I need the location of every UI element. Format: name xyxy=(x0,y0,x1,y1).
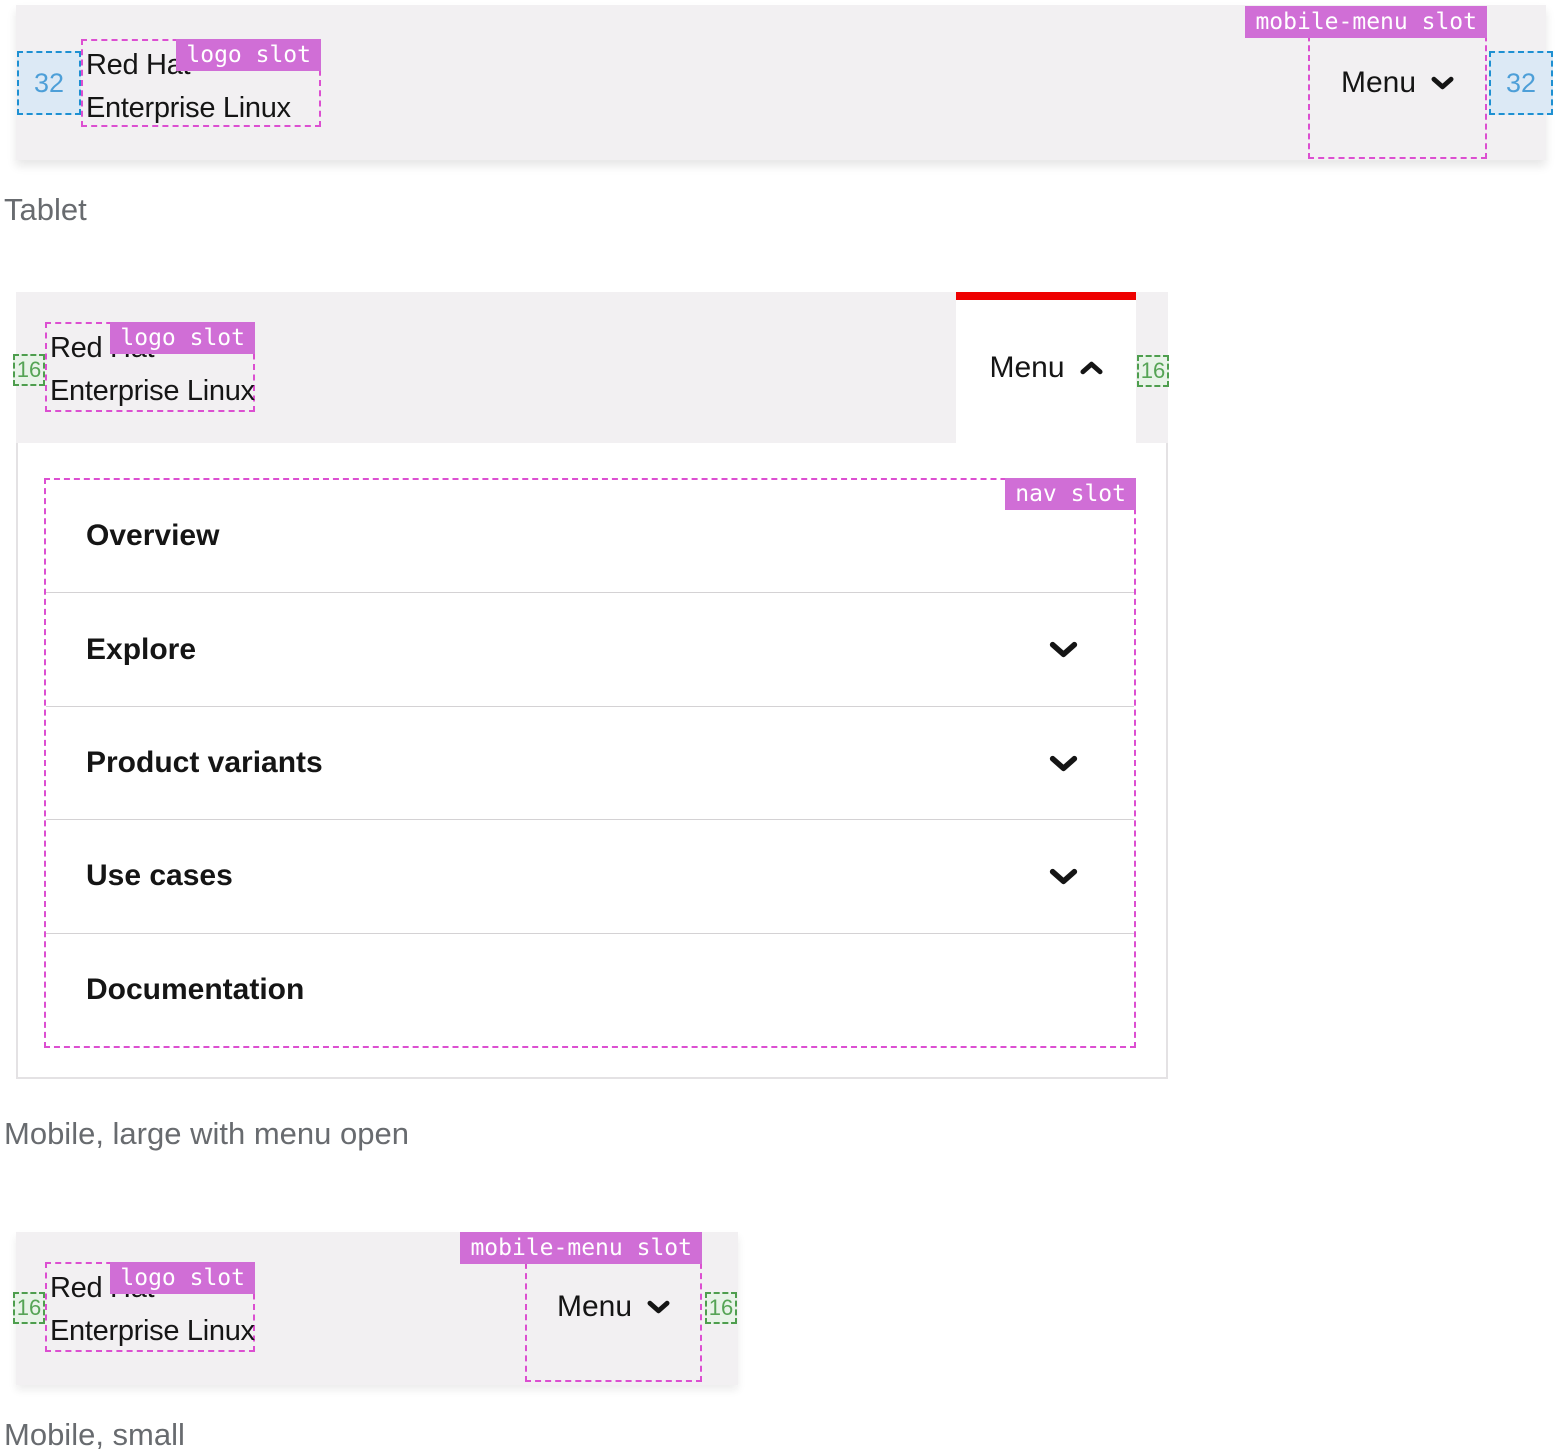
caption-mobile-large: Mobile, large with menu open xyxy=(4,1116,409,1152)
mobile-menu-slot: Menu mobile-menu slot xyxy=(1308,6,1487,159)
spacing-indicator-right-16: 16 xyxy=(1137,355,1169,387)
nav-slot-label: nav slot xyxy=(1005,478,1136,510)
logo-line-2: Enterprise Linux xyxy=(86,87,291,130)
spec-page: 32 Red Hat Enterprise Linux logo slot Me… xyxy=(0,0,1562,1450)
logo-line-2: Enterprise Linux xyxy=(50,370,255,413)
mobile-menu-slot-label: mobile-menu slot xyxy=(460,1232,702,1264)
nav-item-label: Explore xyxy=(86,633,196,667)
nav-slot: Overview Explore Product variants Use ca… xyxy=(44,478,1136,1048)
nav-item-label: Use cases xyxy=(86,859,233,893)
nav-item-documentation[interactable]: Documentation xyxy=(46,933,1134,1046)
logo-slot-label: logo slot xyxy=(110,1262,255,1294)
mobile-menu-slot-label: mobile-menu slot xyxy=(1245,6,1487,38)
spacing-indicator-right-32: 32 xyxy=(1489,51,1553,115)
spacing-indicator-left-32: 32 xyxy=(17,51,81,115)
chevron-down-icon xyxy=(1431,76,1454,90)
chevron-down-icon xyxy=(1049,755,1078,772)
logo-slot-label: logo slot xyxy=(176,39,321,71)
logo-line-2: Enterprise Linux xyxy=(50,1310,255,1353)
menu-button-label: Menu xyxy=(557,1290,632,1324)
chevron-down-icon xyxy=(1049,868,1078,885)
logo-slot: Red Hat Enterprise Linux logo slot xyxy=(45,1262,255,1352)
mobile-menu-slot: Menu mobile-menu slot xyxy=(525,1232,702,1382)
menu-button[interactable]: Menu xyxy=(1341,66,1454,100)
nav-item-label: Product variants xyxy=(86,746,323,780)
logo-slot: Red Hat Enterprise Linux logo slot xyxy=(45,322,255,412)
nav-item-overview[interactable]: Overview xyxy=(46,480,1134,592)
spacing-indicator-left-16: 16 xyxy=(13,354,45,386)
chevron-up-icon xyxy=(1080,361,1103,375)
menu-button[interactable]: Menu xyxy=(557,1290,670,1324)
nav-item-label: Overview xyxy=(86,519,219,553)
chevron-down-icon xyxy=(647,1300,670,1314)
spacing-indicator-right-16: 16 xyxy=(705,1292,737,1324)
logo-slot: Red Hat Enterprise Linux logo slot xyxy=(81,39,321,127)
menu-button-open[interactable]: Menu xyxy=(956,292,1136,443)
nav-item-use-cases[interactable]: Use cases xyxy=(46,819,1134,932)
menu-button-label: Menu xyxy=(989,351,1064,385)
spacing-indicator-left-16: 16 xyxy=(13,1292,45,1324)
menu-button[interactable]: Menu xyxy=(989,351,1102,385)
nav-item-label: Documentation xyxy=(86,973,304,1007)
logo-slot-label: logo slot xyxy=(110,322,255,354)
nav-item-product-variants[interactable]: Product variants xyxy=(46,706,1134,819)
nav-item-explore[interactable]: Explore xyxy=(46,592,1134,705)
chevron-down-icon xyxy=(1049,641,1078,658)
menu-button-label: Menu xyxy=(1341,66,1416,100)
caption-tablet: Tablet xyxy=(4,192,87,228)
caption-mobile-small: Mobile, small xyxy=(4,1417,185,1450)
